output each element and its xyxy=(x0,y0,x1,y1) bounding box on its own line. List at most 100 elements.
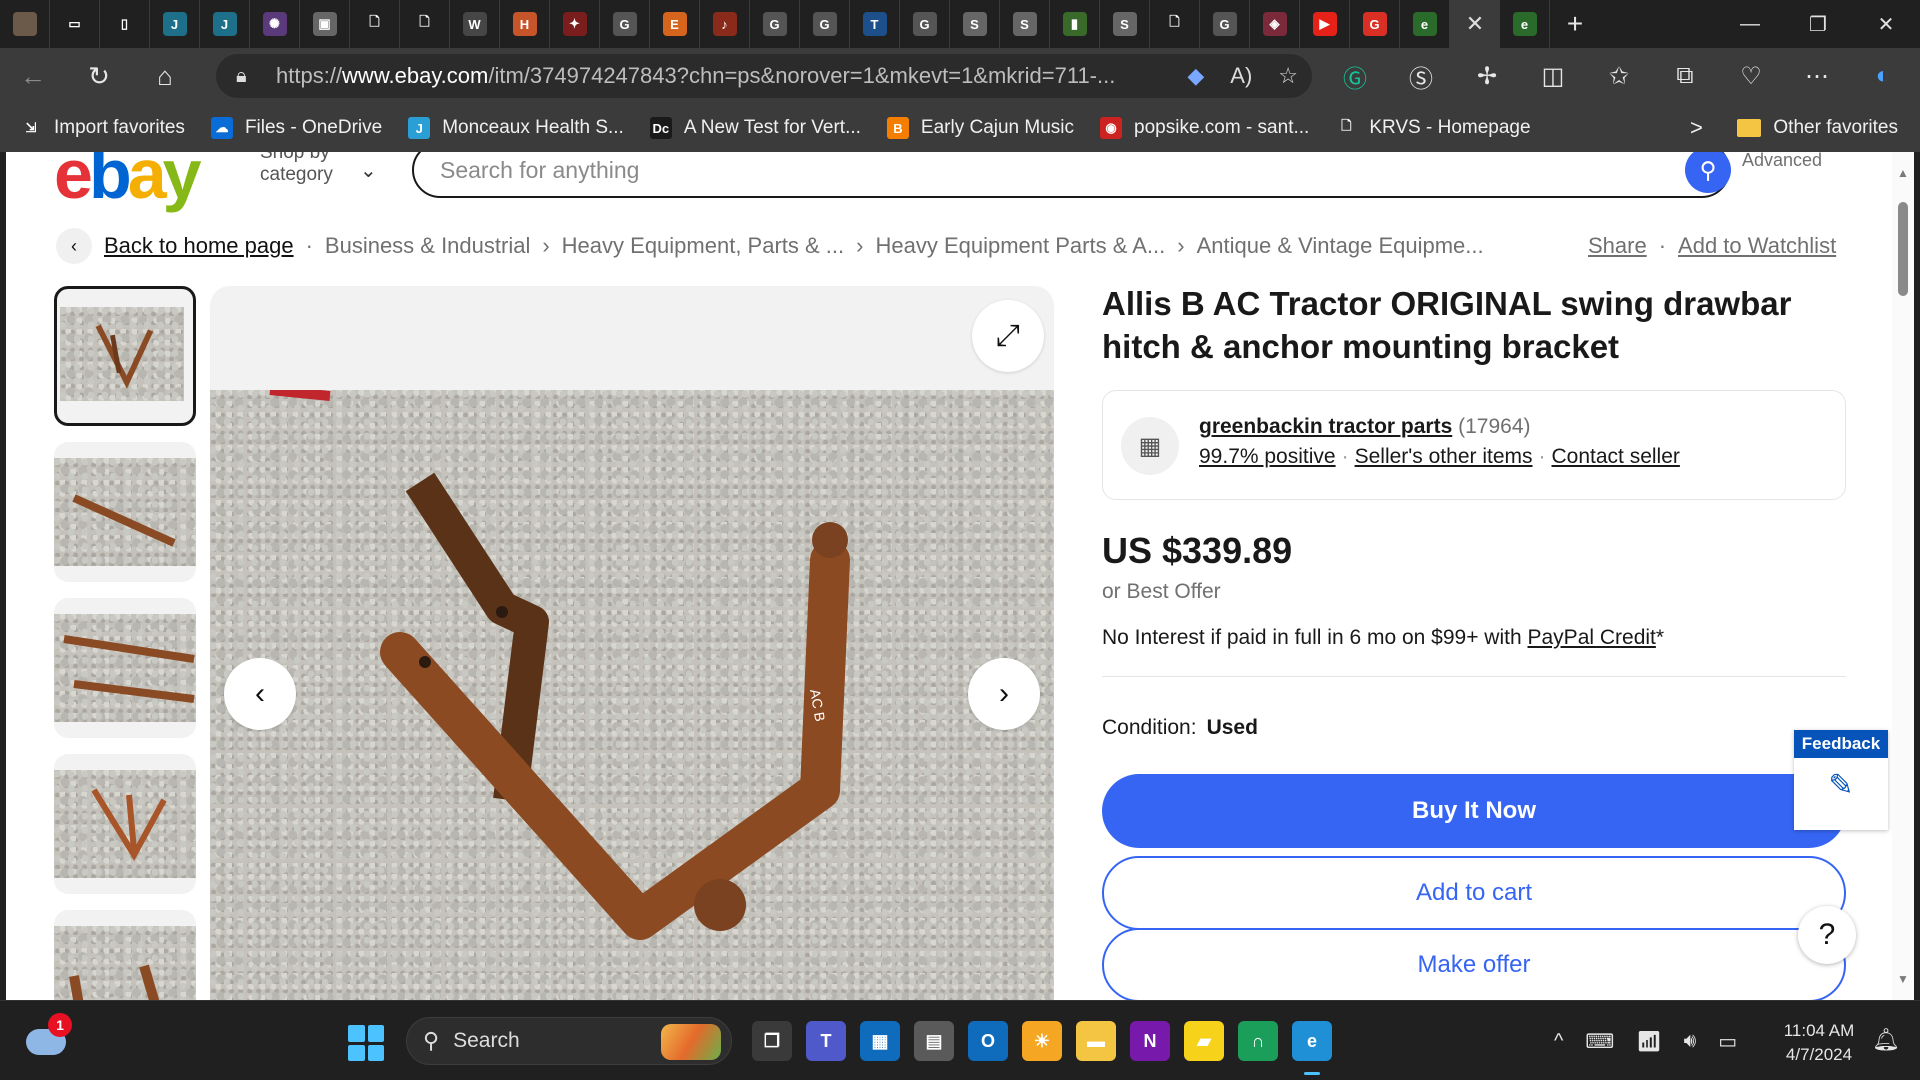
breadcrumb-item[interactable]: Business & Industrial xyxy=(325,233,530,259)
browser-tab[interactable]: E xyxy=(650,0,700,48)
edge-icon[interactable]: e xyxy=(1292,1021,1332,1075)
advanced-search-link[interactable]: Advanced xyxy=(1742,152,1822,171)
share-link[interactable]: Share xyxy=(1588,233,1647,259)
favorite-link[interactable]: J Monceaux Health S... xyxy=(408,117,624,139)
browser-tab[interactable]: e xyxy=(1500,0,1550,48)
browser-essentials-icon[interactable]: ♡ xyxy=(1718,62,1784,91)
teams-icon[interactable]: T xyxy=(806,1021,846,1061)
onenote-icon[interactable]: N xyxy=(1130,1021,1170,1061)
app-green-icon[interactable]: ∩ xyxy=(1238,1021,1278,1061)
browser-tab[interactable]: S xyxy=(950,0,1000,48)
help-button[interactable]: ? xyxy=(1798,906,1856,964)
home-icon[interactable]: ⌂ xyxy=(132,48,198,104)
add-to-cart-button[interactable]: Add to cart xyxy=(1102,856,1846,930)
image-thumbnail[interactable] xyxy=(54,598,196,738)
browser-tab[interactable]: ♪ xyxy=(700,0,750,48)
task-view-icon[interactable]: ❐ xyxy=(752,1021,792,1061)
copilot-icon[interactable]: ◐ xyxy=(1850,62,1916,90)
browser-tab[interactable]: ▮ xyxy=(1050,0,1100,48)
favorites-icon[interactable]: ✩ xyxy=(1586,62,1652,91)
browser-tab[interactable]: G xyxy=(800,0,850,48)
battery-icon[interactable]: ▭ xyxy=(1718,1029,1737,1054)
image-thumbnail[interactable] xyxy=(54,910,196,1000)
favorite-link[interactable]: Dc A New Test for Vert... xyxy=(649,117,861,139)
browser-tab[interactable]: 🗋 xyxy=(1150,0,1200,48)
file-explorer-icon[interactable]: ▬ xyxy=(1076,1021,1116,1061)
favorite-star-icon[interactable]: ☆ xyxy=(1278,63,1298,89)
breadcrumb-item[interactable]: Heavy Equipment Parts & A... xyxy=(875,233,1165,259)
chevron-left-icon[interactable]: ‹ xyxy=(56,228,92,264)
notification-bell-icon[interactable]: 🔔︎ xyxy=(1872,1027,1900,1053)
browser-tab[interactable]: G xyxy=(900,0,950,48)
active-tab-close-icon[interactable]: ✕ xyxy=(1450,0,1500,48)
start-button-icon[interactable] xyxy=(348,1025,384,1061)
browser-tab[interactable]: G xyxy=(1350,0,1400,48)
close-window-button[interactable]: ✕ xyxy=(1852,0,1920,48)
minimize-button[interactable]: — xyxy=(1716,0,1784,48)
browser-tab[interactable]: ▯ xyxy=(100,0,150,48)
image-thumbnail[interactable] xyxy=(54,754,196,894)
browser-tab[interactable]: G xyxy=(1200,0,1250,48)
browser-tab[interactable]: J xyxy=(200,0,250,48)
main-product-image[interactable]: AC B ⤢ ‹ › xyxy=(210,286,1054,1000)
collections-icon[interactable]: ⧉ xyxy=(1652,62,1718,90)
browser-tab[interactable]: ▣ xyxy=(300,0,350,48)
image-thumbnail[interactable] xyxy=(54,442,196,582)
paypal-credit-link[interactable]: PayPal Credit xyxy=(1528,626,1656,649)
scrollbar-thumb[interactable] xyxy=(1898,202,1908,296)
browser-tab[interactable]: G xyxy=(750,0,800,48)
shop-by-category[interactable]: Shop by category ⌄ xyxy=(260,152,377,186)
browser-tab[interactable]: S xyxy=(1100,0,1150,48)
s-extension-icon[interactable]: Ⓢ xyxy=(1388,59,1454,94)
search-button[interactable]: ⚲ xyxy=(1685,152,1731,193)
keyboard-icon[interactable]: ⌨ xyxy=(1585,1029,1614,1054)
browser-tab[interactable]: 🗋 xyxy=(400,0,450,48)
address-bar[interactable]: 🔒︎ https://www.ebay.com/itm/374974247843… xyxy=(216,54,1312,98)
tray-overflow-chevron-icon[interactable]: ^ xyxy=(1554,1030,1563,1053)
previous-image-arrow-icon[interactable]: ‹ xyxy=(224,658,296,730)
ebay-logo[interactable]: ebay xyxy=(54,152,202,214)
favorites-overflow-chevron-icon[interactable]: > xyxy=(1690,104,1703,152)
browser-tab[interactable]: ✦ xyxy=(550,0,600,48)
grammarly-icon[interactable]: Ⓖ xyxy=(1322,59,1388,94)
browser-tab[interactable]: ▭ xyxy=(50,0,100,48)
next-image-arrow-icon[interactable]: › xyxy=(968,658,1040,730)
calculator-icon[interactable]: ▤ xyxy=(914,1021,954,1061)
calendar-icon[interactable]: ▦ xyxy=(860,1021,900,1061)
wifi-icon[interactable]: 📶︎ xyxy=(1636,1029,1661,1054)
expand-image-icon[interactable]: ⤢ xyxy=(972,300,1044,372)
image-thumbnail[interactable] xyxy=(54,286,196,426)
outlook-icon[interactable]: O xyxy=(968,1021,1008,1061)
clock[interactable]: 11:04 AM 4/7/2024 xyxy=(1774,1019,1864,1067)
favorite-link[interactable]: 🗋 KRVS - Homepage xyxy=(1335,117,1531,139)
search-input[interactable]: Search for anything ⚲ xyxy=(412,152,1731,198)
scroll-down-icon[interactable]: ▼ xyxy=(1897,972,1909,986)
volume-icon[interactable]: 🔊︎ xyxy=(1684,1030,1697,1053)
positive-feedback-link[interactable]: 99.7% positive xyxy=(1199,445,1336,468)
browser-tab[interactable]: ◈ xyxy=(1250,0,1300,48)
browser-tab[interactable]: ▶ xyxy=(1300,0,1350,48)
page-scrollbar[interactable]: ▲ ▼ xyxy=(1892,152,1914,1000)
url-text[interactable]: https://www.ebay.com/itm/374974247843?ch… xyxy=(276,63,1116,89)
buy-it-now-button[interactable]: Buy It Now xyxy=(1102,774,1846,848)
favorite-link[interactable]: ☁ Files - OneDrive xyxy=(210,117,382,139)
browser-tab[interactable]: H xyxy=(500,0,550,48)
weather-widget-icon[interactable]: 1 xyxy=(26,1013,72,1057)
browser-tab[interactable]: ✺ xyxy=(250,0,300,48)
breadcrumb-item[interactable]: Antique & Vintage Equipme... xyxy=(1197,233,1484,259)
weather-app-icon[interactable]: ☀ xyxy=(1022,1021,1062,1061)
new-tab-button[interactable]: + xyxy=(1550,0,1600,48)
seller-name-link[interactable]: greenbackin tractor parts xyxy=(1199,415,1452,438)
browser-tab[interactable]: 🗋 xyxy=(350,0,400,48)
feedback-widget[interactable]: Feedback ✎ xyxy=(1794,730,1888,830)
more-menu-icon[interactable]: ⋯ xyxy=(1784,62,1850,91)
scroll-up-icon[interactable]: ▲ xyxy=(1897,166,1909,180)
favorite-link[interactable]: ⇲ Import favorites xyxy=(20,117,185,139)
browser-tab[interactable]: e xyxy=(1400,0,1450,48)
maximize-button[interactable]: ❐ xyxy=(1784,0,1852,48)
browser-tab[interactable]: J xyxy=(150,0,200,48)
refresh-icon[interactable]: ↻ xyxy=(66,48,132,104)
add-to-watchlist-link[interactable]: Add to Watchlist xyxy=(1678,233,1836,259)
favorite-link[interactable]: B Early Cajun Music xyxy=(886,117,1074,139)
other-favorites[interactable]: Other favorites xyxy=(1737,104,1898,152)
